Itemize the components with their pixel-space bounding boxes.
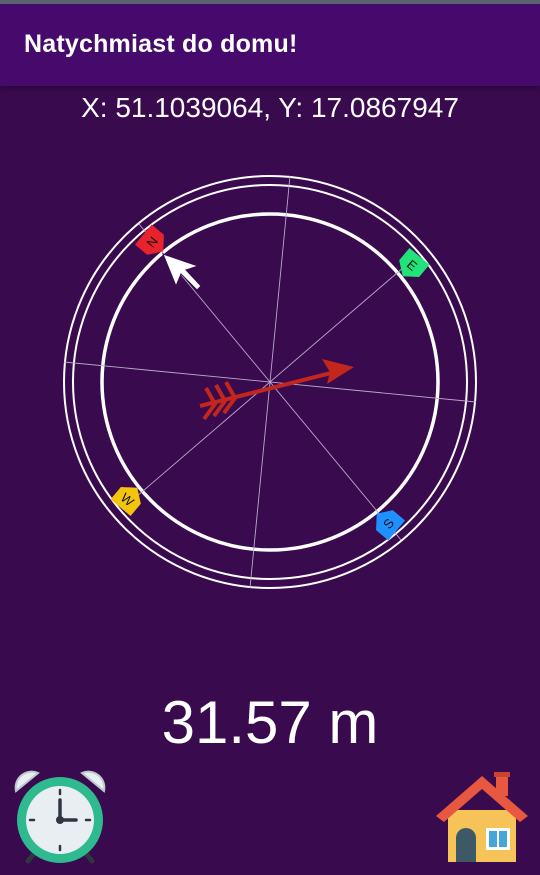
status-bar-strip — [0, 0, 540, 4]
south-marker: S — [376, 510, 406, 541]
compass-graphic: N E S W — [63, 175, 477, 589]
west-marker: W — [110, 487, 141, 517]
app-title: Natychmiast do domu! — [24, 30, 298, 58]
alarm-clock-icon — [14, 770, 106, 864]
red-arrow-icon — [199, 359, 354, 421]
cursor-arrow-icon — [162, 253, 202, 291]
coordinates-readout: X: 51.1039064, Y: 17.0867947 — [81, 92, 459, 123]
home-button[interactable] — [432, 768, 532, 868]
east-marker: E — [399, 247, 430, 277]
compass: N E S W — [0, 160, 540, 610]
app-toolbar: Natychmiast do domu! — [0, 0, 540, 86]
house-icon — [436, 772, 528, 862]
app-screen: Natychmiast do domu! X: 51.1039064, Y: 1… — [0, 0, 540, 875]
alarm-button[interactable] — [10, 765, 110, 865]
compass-grid-lines — [63, 175, 477, 589]
distance-readout: 31.57 m — [161, 689, 379, 756]
